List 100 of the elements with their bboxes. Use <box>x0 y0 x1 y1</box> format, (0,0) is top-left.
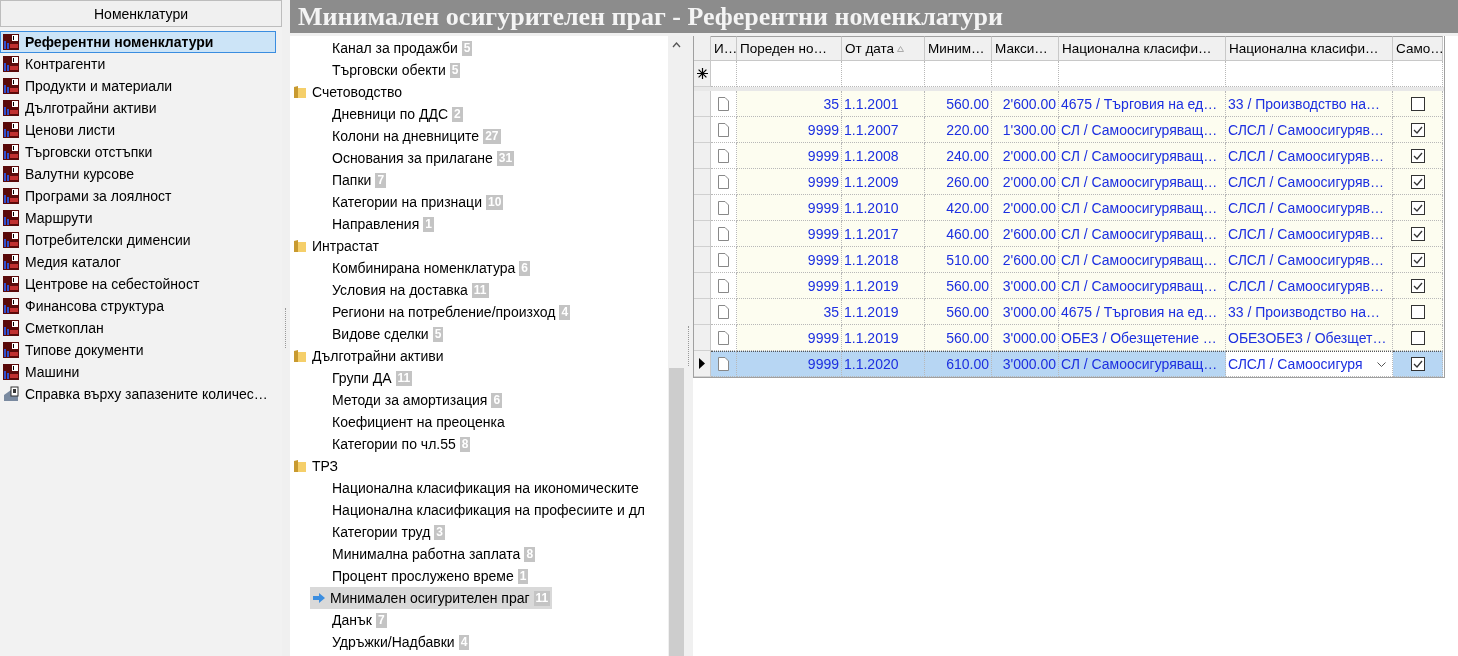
nav-item[interactable]: Валутни курсове <box>0 163 276 185</box>
nav-item[interactable]: Потребителски дименсии <box>0 229 276 251</box>
arrow-icon <box>312 592 326 604</box>
row-header[interactable] <box>694 61 711 87</box>
checkbox[interactable] <box>1410 226 1425 241</box>
column-header[interactable]: Миним… <box>925 36 992 61</box>
column-header[interactable]: Национална класифи… <box>1226 36 1393 61</box>
checkbox[interactable] <box>1410 148 1425 163</box>
nav-item[interactable]: Търговски отстъпки <box>0 141 276 163</box>
tree-folder[interactable]: ТРЗ <box>312 458 339 474</box>
table-cell: 3'000.00 <box>992 325 1059 351</box>
nav-item[interactable]: Типове документи <box>0 339 276 361</box>
table-cell: ОБЕЗ / Обезщетение … <box>1059 325 1226 351</box>
new-row-cell[interactable] <box>925 61 992 87</box>
column-header[interactable]: И… <box>711 36 737 61</box>
nav-item[interactable]: Машини <box>0 361 276 383</box>
tree-item[interactable]: Категории труд 3 <box>310 521 447 543</box>
column-header[interactable]: Национална класифи… <box>1059 36 1226 61</box>
new-row-cell[interactable] <box>737 61 842 87</box>
tree-item[interactable]: Удръжки/Надбавки 4 <box>310 631 472 653</box>
nav-item[interactable]: Референтни номенклатури <box>0 31 276 53</box>
checkbox[interactable] <box>1410 278 1425 293</box>
tree-item[interactable]: Методи за амортизация 6 <box>310 389 505 411</box>
tree-item[interactable]: Дневници по ДДС 2 <box>310 103 465 125</box>
checkbox[interactable] <box>1410 96 1425 111</box>
tree-item[interactable]: Комбинирана номенклатура 6 <box>310 257 533 279</box>
table-cell: 220.00 <box>925 117 992 143</box>
table-cell: 2'000.00 <box>992 143 1059 169</box>
tree-item[interactable]: Национална класификация на професиите и дл <box>310 499 648 521</box>
checkbox[interactable] <box>1410 252 1425 267</box>
tree-item[interactable]: Данък 7 <box>310 609 389 631</box>
dropdown-field[interactable]: СЛСЛ / Самоосигуря <box>1226 351 1393 377</box>
checkbox[interactable] <box>1410 304 1425 319</box>
column-header[interactable]: От дата <box>842 36 925 61</box>
nav-item[interactable]: Ценови листи <box>0 119 276 141</box>
panel-header: Номенклатури <box>0 0 282 27</box>
nav-item[interactable]: Медия каталог <box>0 251 276 273</box>
document-icon <box>718 148 729 163</box>
count-badge: 6 <box>491 392 503 408</box>
tree-item[interactable]: Направления 1 <box>310 213 436 235</box>
new-row-cell[interactable] <box>711 61 737 87</box>
tree-item[interactable]: Видове сделки 5 <box>310 323 446 345</box>
chart-icon <box>3 364 19 380</box>
nav-item[interactable]: Дълготрайни активи <box>0 97 276 119</box>
tree-item[interactable]: Категории на признаци 10 <box>310 191 506 213</box>
nav-item[interactable]: Контрагенти <box>0 53 276 75</box>
nav-item[interactable]: Продукти и материали <box>0 75 276 97</box>
checkbox[interactable] <box>1410 200 1425 215</box>
table-cell: 33 / Производство на… <box>1226 91 1393 117</box>
tree-folder[interactable]: Интрастат <box>312 238 379 254</box>
tree-item[interactable]: Групи ДА 11 <box>310 367 415 389</box>
tree-item[interactable]: Минимална работна заплата 8 <box>310 543 538 565</box>
nav-item[interactable]: Маршрути <box>0 207 276 229</box>
folder-icon <box>293 239 307 253</box>
new-row-cell[interactable] <box>992 61 1059 87</box>
document-icon <box>718 252 729 267</box>
table-cell: 1.1.2001 <box>842 91 925 117</box>
checkbox[interactable] <box>1410 174 1425 189</box>
tree-item[interactable]: Канал за продажби 5 <box>310 37 475 59</box>
tree-folder[interactable]: Дълготрайни активи <box>312 348 444 364</box>
tree-item[interactable]: Региони на потребление/произход 4 <box>310 301 573 323</box>
checkbox[interactable] <box>1410 330 1425 345</box>
checkbox[interactable] <box>1410 122 1425 137</box>
new-row-cell[interactable] <box>1393 61 1443 87</box>
tree-item[interactable]: Папки 7 <box>310 169 389 191</box>
table-cell: 1.1.2008 <box>842 143 925 169</box>
new-row-cell[interactable] <box>1226 61 1393 87</box>
chart-icon <box>3 144 19 160</box>
table-cell: 1.1.2019 <box>842 325 925 351</box>
table-cell: 3'000.00 <box>992 273 1059 299</box>
tree-item[interactable]: Национална класификация на икономическите <box>310 477 641 499</box>
chart-icon <box>3 56 19 72</box>
tree-item[interactable]: Условия на доставка 11 <box>310 279 491 301</box>
document-icon <box>718 330 729 345</box>
tree-item[interactable]: Минимален осигурителен праг 11 <box>310 587 553 609</box>
tree-item[interactable]: Търговски обекти 5 <box>310 59 463 81</box>
dropdown-icon[interactable] <box>1377 361 1386 367</box>
checkbox[interactable] <box>1410 357 1425 371</box>
count-badge: 4 <box>458 634 470 650</box>
nav-item[interactable]: Финансова структура <box>0 295 276 317</box>
tree-item[interactable]: Коефициент на преоценка <box>310 411 507 433</box>
scroll-up-icon[interactable] <box>672 41 681 48</box>
nav-item[interactable]: Центрове на себестойност <box>0 273 276 295</box>
table-cell: 2'600.00 <box>992 247 1059 273</box>
tree-folder[interactable]: Счетоводство <box>312 84 402 100</box>
tree-item[interactable]: Процент прослужено време 1 <box>310 565 531 587</box>
nav-item[interactable]: Сметкоплан <box>0 317 276 339</box>
column-header[interactable]: Пореден но… <box>737 36 842 61</box>
tree-item[interactable]: Основания за прилагане 31 <box>310 147 517 169</box>
new-row-cell[interactable] <box>1059 61 1226 87</box>
row-header[interactable] <box>694 351 711 377</box>
nav-item[interactable]: Справка върху запазените количес… <box>0 383 276 405</box>
new-row-cell[interactable] <box>842 61 925 87</box>
nav-item[interactable]: Програми за лоялност <box>0 185 276 207</box>
count-badge: 7 <box>375 172 387 188</box>
column-header[interactable]: Само… <box>1393 36 1443 61</box>
tree-item[interactable]: Колони на дневниците 27 <box>310 125 503 147</box>
table-cell: 3'000.00 <box>992 299 1059 325</box>
column-header[interactable]: Макси… <box>992 36 1059 61</box>
tree-item[interactable]: Категории по чл.55 8 <box>310 433 473 455</box>
